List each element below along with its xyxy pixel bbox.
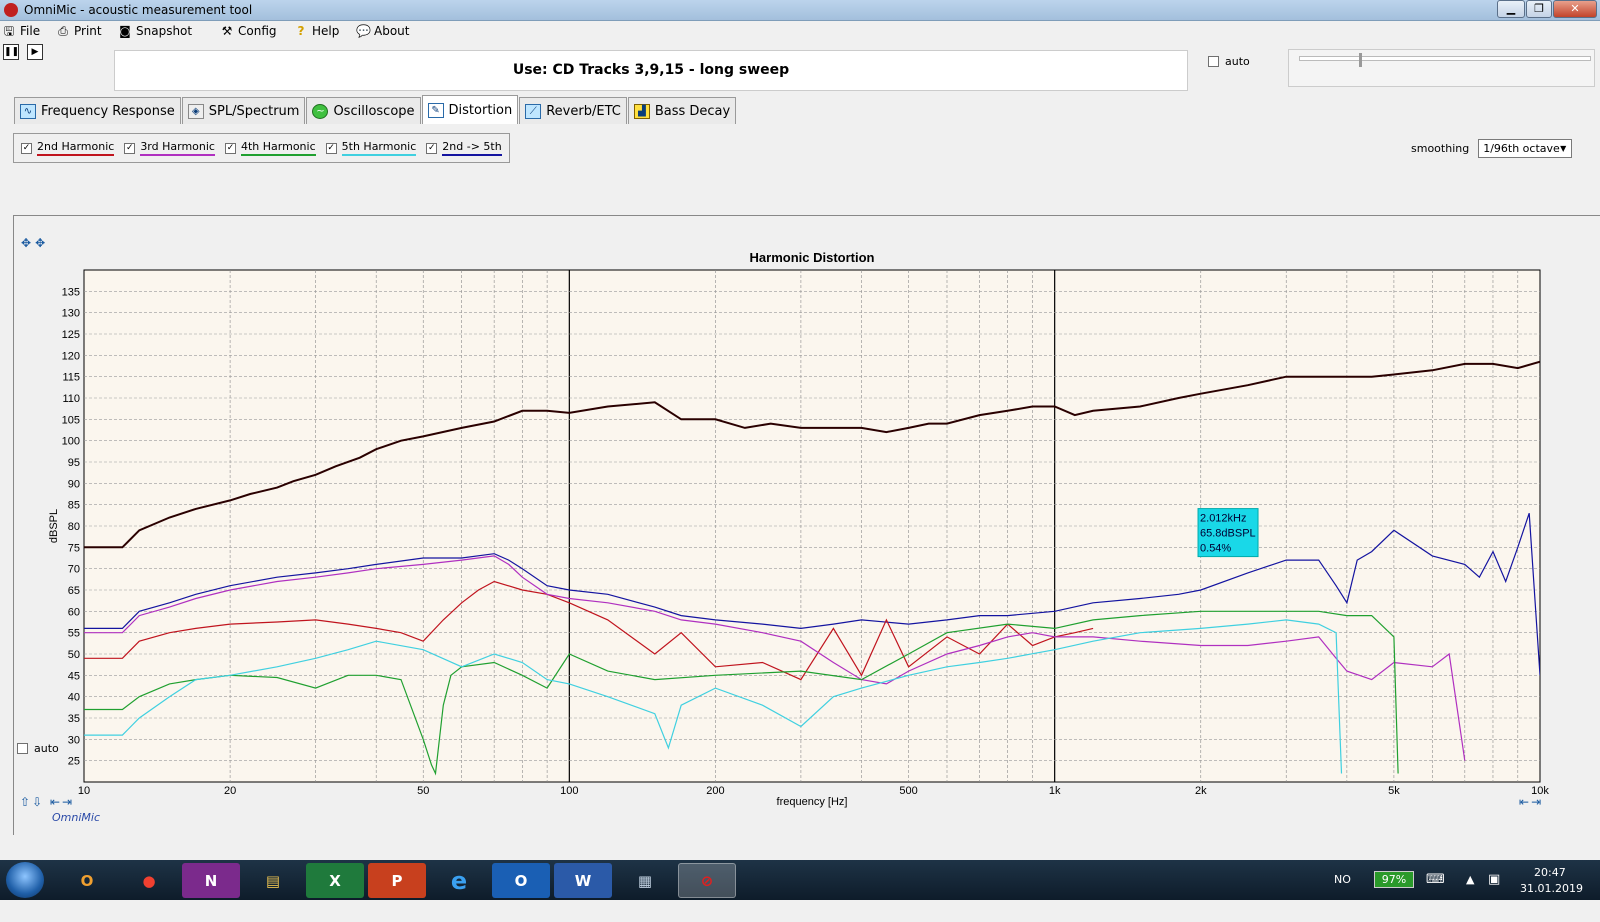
x-tick-label: 1k [1049, 785, 1061, 797]
y-tick-label: 50 [68, 649, 80, 661]
taskbar-app-onenote[interactable]: N [182, 863, 240, 898]
y-tick-label: 110 [62, 393, 80, 405]
arrow-left-icon[interactable]: ⇤ [1519, 795, 1531, 809]
tooltip-line: 0.54% [1200, 543, 1231, 555]
x-tick-label: 2k [1195, 785, 1207, 797]
y-axis-label: dBSPL [48, 509, 60, 543]
taskbar-app-omnimic[interactable]: ⊘ [678, 863, 736, 898]
y-tick-label: 115 [62, 372, 80, 384]
arrow-right-icon[interactable]: ⇥ [62, 795, 74, 809]
x-tick-label: 50 [417, 785, 429, 797]
taskbar-app-media[interactable]: O [58, 863, 116, 898]
y-tick-label: 30 [68, 734, 80, 746]
y-tick-label: 135 [62, 286, 80, 298]
clock-date[interactable]: 31.01.2019 [1520, 882, 1583, 922]
y-tick-label: 65 [68, 585, 80, 597]
y-tick-label: 55 [68, 628, 80, 640]
y-tick-label: 35 [68, 713, 80, 725]
taskbar-app-explorer[interactable]: ▤ [244, 863, 302, 898]
graph-auto-label: auto [34, 742, 59, 755]
taskbar: O ● N ▤ X P e O W ▦ ⊘ NO 97% ⌨ ▲ ▣ 20:47… [0, 860, 1600, 900]
y-tick-label: 120 [62, 350, 80, 362]
taskbar-app-word[interactable]: W [554, 863, 612, 898]
x-tick-label: 100 [560, 785, 578, 797]
taskbar-app-excel[interactable]: X [306, 863, 364, 898]
y-tick-label: 130 [62, 308, 80, 320]
graph-auto-check[interactable] [17, 743, 28, 754]
zoom-in-icon[interactable]: ✥ [21, 236, 35, 250]
chart-title: Harmonic Distortion [750, 250, 875, 265]
y-tick-label: 90 [68, 478, 80, 490]
y-tick-label: 95 [68, 457, 80, 469]
y-tick-label: 125 [62, 329, 80, 341]
taskbar-app-outlook[interactable]: O [492, 863, 550, 898]
taskbar-app-powerpoint[interactable]: P [368, 863, 426, 898]
graph-auto-checkbox[interactable]: auto [17, 742, 59, 755]
tooltip-line: 2.012kHz [1200, 513, 1246, 525]
zoom-out-icon[interactable]: ✥ [35, 236, 49, 250]
omnimic-logo: OmniMic [52, 811, 100, 824]
y-tick-label: 100 [62, 436, 80, 448]
taskbar-app-calculator[interactable]: ▦ [616, 863, 674, 898]
x-axis-label: frequency [Hz] [777, 796, 848, 808]
x-tick-label: 500 [899, 785, 917, 797]
battery-indicator[interactable]: 97% [1374, 871, 1414, 888]
taskbar-app-chrome[interactable]: ● [120, 863, 178, 898]
arrow-down-icon[interactable]: ⇩ [32, 795, 44, 809]
harmonic-distortion-chart[interactable]: 25 30 35 40 45 50 55 60 65 70 75 80 85 90 95 100 105 110 1… [0, 0, 1600, 860]
arrow-left-icon[interactable]: ⇤ [50, 795, 62, 809]
y-tick-label: 45 [68, 670, 80, 682]
y-tick-label: 85 [68, 500, 80, 512]
y-tick-label: 75 [68, 542, 80, 554]
y-tick-label: 25 [68, 756, 80, 768]
network-icon[interactable]: ⌨ [1426, 872, 1445, 912]
language-indicator[interactable]: NO [1334, 873, 1351, 913]
zoom-controls: ✥✥ [21, 236, 49, 250]
y-tick-label: 80 [68, 521, 80, 533]
tooltip-line: 65.8dBSPL [1200, 528, 1256, 540]
display-icon[interactable]: ▣ [1488, 872, 1500, 912]
y-tick-label: 105 [62, 414, 80, 426]
x-tick-label: 20 [224, 785, 236, 797]
x-tick-label: 10 [78, 785, 90, 797]
chevron-up-icon[interactable]: ▲ [1466, 873, 1474, 913]
y-tick-label: 60 [68, 606, 80, 618]
taskbar-app-internet-explorer[interactable]: e [430, 863, 488, 898]
y-tick-label: 40 [68, 692, 80, 704]
x-tick-label: 5k [1388, 785, 1400, 797]
arrow-right-icon[interactable]: ⇥ [1531, 795, 1543, 809]
pan-controls-left: ⇧⇩ ⇤⇥ [20, 795, 74, 809]
start-button[interactable] [6, 862, 44, 898]
y-tick-label: 70 [68, 564, 80, 576]
pan-controls-right: ⇤⇥ [1519, 795, 1543, 809]
arrow-up-icon[interactable]: ⇧ [20, 795, 32, 809]
x-tick-label: 200 [706, 785, 724, 797]
